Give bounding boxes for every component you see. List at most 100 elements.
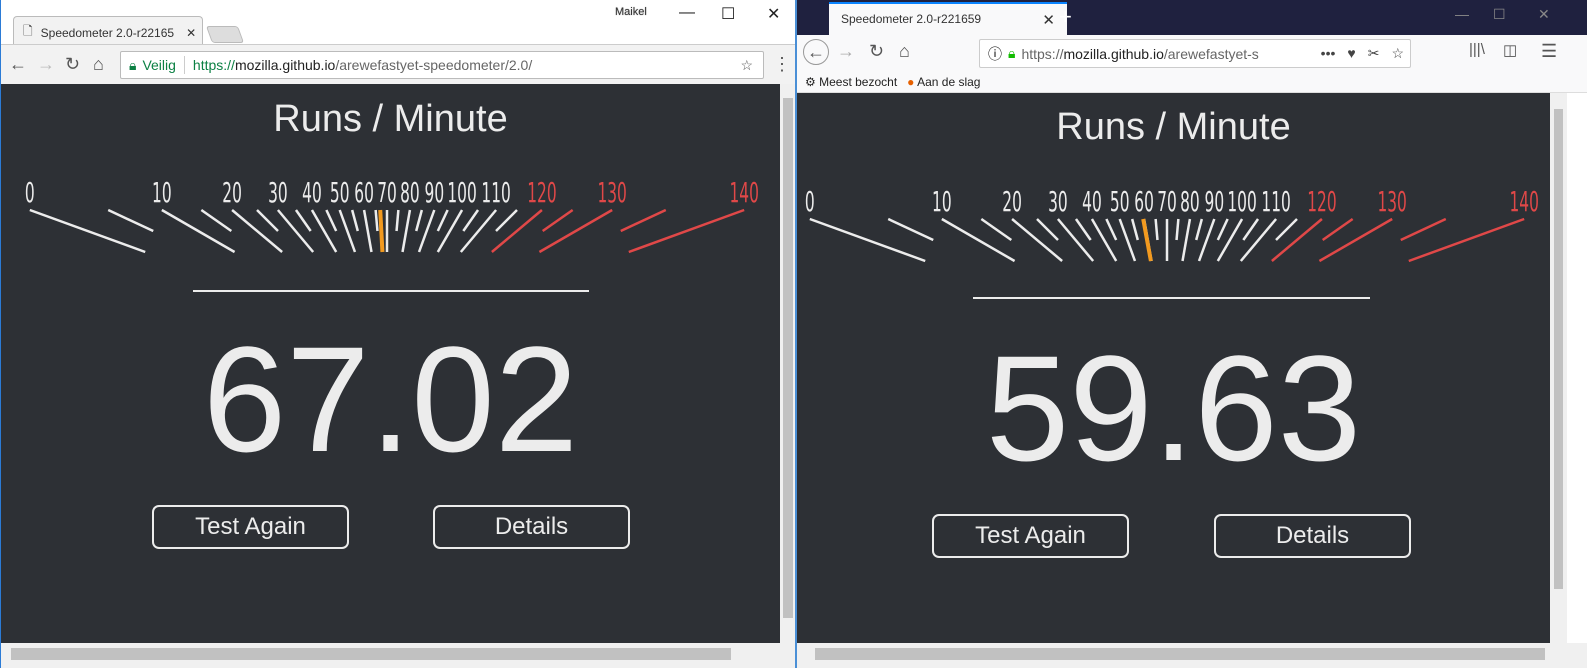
url-host: mozilla.github.io bbox=[1063, 45, 1164, 62]
gauge-minor-tick bbox=[1275, 218, 1298, 241]
gauge-minor-tick bbox=[1130, 218, 1140, 241]
scrollbar-thumb[interactable] bbox=[815, 648, 1545, 660]
vertical-scrollbar[interactable] bbox=[1550, 93, 1567, 643]
gauge-tick-label: 10 bbox=[932, 186, 952, 218]
forward-icon[interactable]: → bbox=[37, 54, 55, 75]
details-button[interactable]: Details bbox=[1214, 514, 1411, 558]
details-button[interactable]: Details bbox=[433, 505, 630, 549]
minimize-icon[interactable]: — bbox=[1455, 6, 1469, 22]
gauge-major-tick bbox=[1090, 218, 1118, 262]
back-icon[interactable]: ← bbox=[803, 39, 829, 65]
close-window-icon[interactable]: ✕ bbox=[767, 4, 780, 24]
new-tab-button[interactable] bbox=[205, 26, 245, 43]
test-again-button[interactable]: Test Again bbox=[932, 514, 1129, 558]
bookmark-star-icon[interactable]: ☆ bbox=[1391, 45, 1404, 62]
menu-icon[interactable]: ⋮ bbox=[773, 54, 791, 75]
reload-icon[interactable]: ↻ bbox=[65, 54, 80, 75]
url-path: /arewefastyet-speedometer/2.0/ bbox=[335, 57, 533, 73]
minimize-icon[interactable]: — bbox=[679, 4, 695, 22]
gauge-minor-tick bbox=[1105, 218, 1118, 241]
bookmarks-bar: ⚙ Meest bezocht ● Aan de slag bbox=[797, 71, 1587, 93]
gauge-tick-label-text: 130 bbox=[597, 177, 626, 209]
reload-icon[interactable]: ↻ bbox=[869, 41, 884, 62]
gauge-major-tick bbox=[1011, 218, 1063, 262]
gauge-minor-tick bbox=[1175, 218, 1180, 241]
gauge-tick-label: 80 bbox=[1180, 186, 1200, 218]
gauge-tick-label-text: 80 bbox=[400, 177, 420, 209]
page-actions-icon[interactable]: ••• bbox=[1321, 45, 1336, 62]
info-icon[interactable]: ⓘ bbox=[988, 44, 1002, 64]
address-bar[interactable]: 🔒︎ Veilig https:// mozilla.github.io /ar… bbox=[120, 51, 764, 79]
gauge-tick-label: 100 bbox=[447, 177, 476, 209]
bookmark-star-icon[interactable]: ☆ bbox=[740, 57, 753, 74]
gauge-tick-label-text: 0 bbox=[25, 177, 35, 209]
gauge-minor-tick bbox=[414, 209, 424, 232]
gauge-tick-label: 40 bbox=[302, 177, 322, 209]
gauge-minor-tick bbox=[256, 209, 279, 232]
gauge-minor-tick bbox=[350, 209, 360, 232]
divider-line bbox=[973, 297, 1370, 299]
gauge-tick-label-text: 20 bbox=[222, 177, 242, 209]
gauge-tick-label-text: 0 bbox=[805, 186, 815, 218]
gauge-tick-label-text: 100 bbox=[447, 177, 476, 209]
gauge-tick-label: 130 bbox=[597, 177, 626, 209]
gauge-minor-tick bbox=[374, 209, 379, 232]
new-tab-icon[interactable]: + bbox=[1059, 4, 1072, 30]
page-heading: Runs / Minute bbox=[1056, 106, 1291, 148]
gauge-tick-label: 70 bbox=[377, 177, 397, 209]
gauge-tick-label-text: 90 bbox=[425, 177, 445, 209]
gauge-tick-label: 60 bbox=[354, 177, 374, 209]
maximize-icon[interactable]: ☐ bbox=[1493, 6, 1506, 23]
gauge-major-tick bbox=[1318, 217, 1393, 263]
firefox-tab[interactable]: Speedometer 2.0-r221659 ✕ bbox=[829, 2, 1067, 35]
score-value: 67.02 bbox=[202, 315, 579, 483]
library-icon[interactable]: |||\ bbox=[1469, 41, 1485, 58]
gauge-minor-tick bbox=[462, 209, 480, 232]
sidebar-icon[interactable]: ◫ bbox=[1503, 41, 1517, 59]
speed-gauge: 0 10 20 30 40 50 60 70 80 90 100 110 120 130 140 bbox=[805, 186, 1539, 263]
horizontal-scrollbar[interactable] bbox=[797, 643, 1587, 668]
gauge-tick-label-text: 90 bbox=[1205, 186, 1225, 218]
gauge-tick-label: 60 bbox=[1134, 186, 1154, 218]
scrollbar-thumb[interactable] bbox=[783, 98, 793, 618]
gauge-tick-label-text: 130 bbox=[1377, 186, 1406, 218]
back-icon[interactable]: ← bbox=[9, 54, 27, 75]
gauge-tick-label: 110 bbox=[481, 177, 510, 209]
gauge-major-tick bbox=[459, 209, 498, 253]
test-again-button[interactable]: Test Again bbox=[152, 505, 349, 549]
gauge-tick-label-text: 60 bbox=[1134, 186, 1154, 218]
gauge-major-tick bbox=[29, 208, 146, 254]
forward-icon[interactable]: → bbox=[837, 41, 855, 62]
gauge-major-tick bbox=[538, 208, 613, 254]
gauge-tick-label: 90 bbox=[425, 177, 445, 209]
gauge-major-tick bbox=[628, 208, 745, 254]
firefox-title-bar: Speedometer 2.0-r221659 ✕ + — ☐ ✕ bbox=[797, 0, 1587, 35]
screenshot-icon[interactable]: ✂ bbox=[1368, 45, 1380, 62]
gear-icon: ⚙ bbox=[805, 74, 816, 89]
pocket-icon[interactable]: ♥ bbox=[1347, 45, 1355, 62]
scrollbar-thumb[interactable] bbox=[11, 648, 731, 660]
bookmark-getting-started[interactable]: ● Aan de slag bbox=[907, 75, 980, 89]
close-tab-icon[interactable]: ✕ bbox=[1042, 11, 1055, 29]
gauge-needle bbox=[378, 209, 385, 253]
menu-icon[interactable]: ☰ bbox=[1541, 41, 1557, 62]
close-tab-icon[interactable]: ✕ bbox=[186, 26, 196, 40]
profile-name[interactable]: Maikel bbox=[615, 6, 647, 18]
home-icon[interactable]: ⌂ bbox=[899, 41, 910, 62]
address-bar[interactable]: ⓘ 🔒︎ https://mozilla.github.io/arewefast… bbox=[979, 39, 1411, 68]
vertical-scrollbar[interactable] bbox=[780, 84, 796, 643]
home-icon[interactable]: ⌂ bbox=[93, 54, 104, 75]
horizontal-scrollbar[interactable] bbox=[1, 643, 796, 668]
bookmark-most-visited[interactable]: ⚙ Meest bezocht bbox=[805, 75, 897, 89]
score-value: 59.63 bbox=[985, 324, 1362, 492]
lock-icon: 🔒︎ bbox=[129, 56, 137, 73]
close-window-icon[interactable]: ✕ bbox=[1538, 6, 1550, 23]
gauge-major-tick bbox=[1239, 218, 1278, 262]
gauge-tick-label-text: 70 bbox=[377, 177, 397, 209]
maximize-icon[interactable]: ☐ bbox=[721, 4, 735, 24]
chrome-title-bar: 🗋 Speedometer 2.0-r22165 ✕ Maikel — ☐ ✕ bbox=[1, 0, 796, 46]
gauge-tick-label: 0 bbox=[25, 177, 35, 209]
scrollbar-thumb[interactable] bbox=[1554, 109, 1563, 589]
gauge-tick-label: 120 bbox=[527, 177, 556, 209]
gauge-major-tick bbox=[491, 209, 543, 253]
